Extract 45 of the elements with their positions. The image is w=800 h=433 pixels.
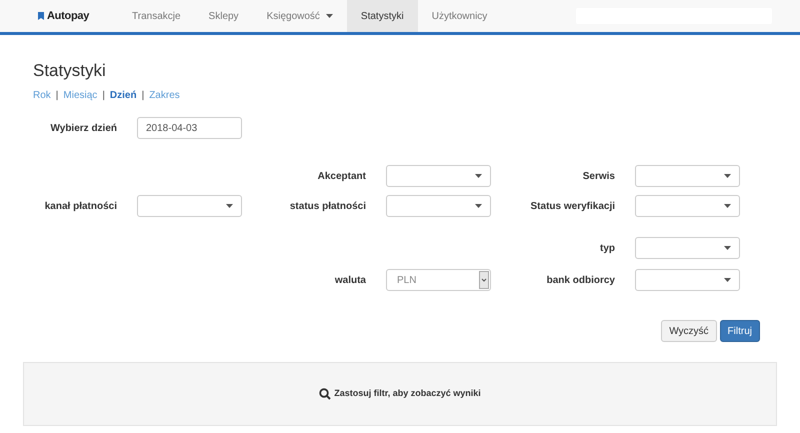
field-label: Status weryfikacji bbox=[530, 200, 616, 214]
select-field[interactable] bbox=[635, 165, 740, 187]
caret-icon bbox=[475, 174, 482, 178]
caret-icon bbox=[475, 204, 482, 208]
select-field[interactable] bbox=[635, 195, 740, 217]
period-link[interactable]: Rok bbox=[33, 88, 51, 103]
select-field[interactable]: PLN bbox=[386, 269, 491, 291]
select-field[interactable] bbox=[386, 195, 491, 217]
select-field[interactable] bbox=[635, 269, 740, 291]
period-link[interactable]: Dzień bbox=[110, 88, 137, 103]
search-icon bbox=[319, 388, 332, 400]
period-link[interactable]: Zakres bbox=[149, 88, 180, 103]
select-field[interactable] bbox=[635, 237, 740, 259]
page-title: Statystyki bbox=[33, 62, 107, 79]
separator: | bbox=[142, 89, 144, 103]
field-label: status płatności bbox=[288, 200, 367, 214]
caret-icon bbox=[724, 204, 731, 208]
nav-tab[interactable]: Księgowość bbox=[252, 0, 347, 32]
period-link[interactable]: Miesiąc bbox=[63, 88, 98, 103]
field-label: bank odbiorcy bbox=[546, 274, 616, 288]
results-message: Zastosuj filtr, aby zobaczyć wyniki bbox=[334, 387, 481, 400]
caret-icon bbox=[724, 278, 731, 282]
field-label: Serwis bbox=[582, 170, 616, 184]
clear-button[interactable]: Wyczyść bbox=[661, 320, 717, 342]
nav-tab[interactable]: Sklepy bbox=[194, 0, 253, 32]
brand-logo[interactable]: Autopay bbox=[47, 8, 90, 24]
caret-icon bbox=[226, 204, 233, 208]
select-field[interactable] bbox=[137, 195, 242, 217]
separator: | bbox=[56, 89, 58, 103]
chevron-icon bbox=[479, 271, 489, 289]
field-label: kanał płatności bbox=[44, 200, 118, 214]
select-field[interactable] bbox=[386, 165, 491, 187]
date-field[interactable]: 2018-04-03 bbox=[137, 117, 242, 139]
nav-tab[interactable]: Użytkownicy bbox=[418, 0, 502, 32]
field-label: typ bbox=[599, 242, 616, 256]
separator: | bbox=[102, 89, 105, 103]
field-label: Wybierz dzień bbox=[50, 122, 118, 136]
caret-icon bbox=[724, 174, 731, 178]
nav-tab[interactable]: Transakcje bbox=[118, 0, 195, 32]
filter-button[interactable]: Filtruj bbox=[720, 320, 760, 342]
field-label: waluta bbox=[334, 274, 367, 288]
field-label: Akceptant bbox=[316, 170, 367, 184]
caret-icon bbox=[724, 246, 731, 250]
bookmark-icon bbox=[38, 12, 44, 20]
nav-tab[interactable]: Statystyki bbox=[346, 0, 418, 32]
